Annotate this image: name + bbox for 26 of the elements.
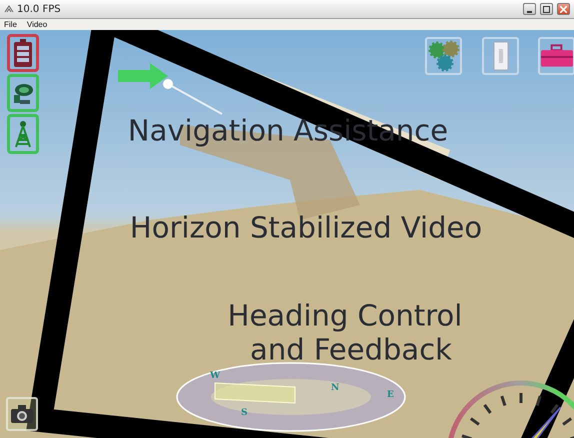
compass-north-label: N bbox=[331, 384, 340, 393]
compass-south-label: S bbox=[241, 409, 248, 418]
compass-east-label: E bbox=[387, 391, 394, 400]
close-button[interactable] bbox=[557, 3, 570, 15]
menu-item[interactable]: Video bbox=[26, 20, 48, 29]
camera-icon bbox=[10, 404, 34, 424]
overlay-label: Heading Control bbox=[228, 302, 462, 330]
compass-west-label: W bbox=[210, 372, 220, 381]
menu-item[interactable]: File bbox=[4, 20, 17, 29]
close-icon bbox=[560, 6, 567, 12]
maximize-button[interactable] bbox=[540, 3, 553, 15]
direction-arrow bbox=[118, 63, 168, 89]
gears-icon bbox=[428, 40, 460, 72]
battery-icon bbox=[13, 39, 33, 67]
overlay-label: Horizon Stabilized Video bbox=[130, 214, 482, 242]
maximize-icon bbox=[543, 6, 550, 12]
toolbar-button[interactable] bbox=[7, 74, 39, 112]
antenna-tower-icon bbox=[13, 120, 33, 148]
light-switch-icon bbox=[492, 41, 508, 71]
overlay-label: and Feedback bbox=[250, 336, 452, 364]
window-title: 10.0 FPS bbox=[17, 4, 62, 14]
app-icon bbox=[4, 5, 14, 13]
toolbox-icon bbox=[540, 44, 573, 68]
toolbar-button[interactable] bbox=[7, 34, 39, 72]
camera-button[interactable] bbox=[6, 397, 38, 431]
minimize-button[interactable] bbox=[523, 3, 536, 15]
